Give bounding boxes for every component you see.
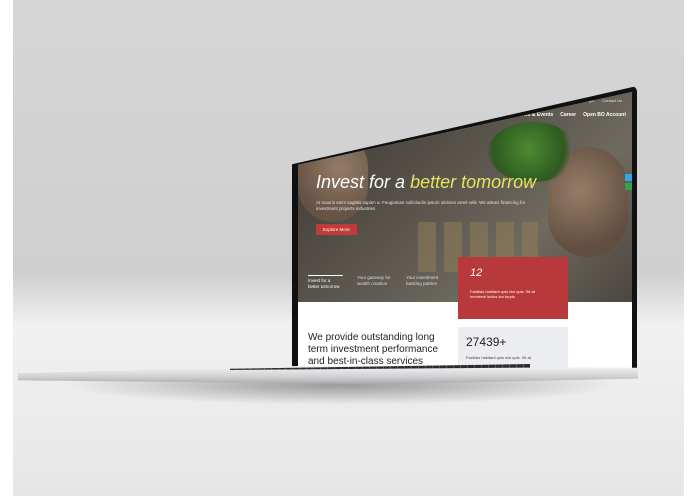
headline-accent: better tomorrow bbox=[410, 172, 537, 192]
nav-about-us[interactable]: About Us bbox=[386, 112, 408, 118]
util-link-investor-application[interactable]: Investor Application bbox=[486, 98, 521, 103]
stat-value: 27439+ bbox=[466, 335, 507, 349]
site-logo[interactable]: citybank capital A MEMBER OF CITY BANK G… bbox=[316, 138, 383, 152]
tab-gateway-wealth[interactable]: Your gateway for wealth creation bbox=[357, 275, 392, 290]
utility-nav: Investor Application Application Forms I… bbox=[486, 98, 622, 103]
util-link-application-forms[interactable]: Application Forms bbox=[529, 98, 561, 103]
stat-card-red: 12 Facilisis habitant quis nisl quis. Si… bbox=[458, 257, 568, 319]
logo-icon bbox=[316, 138, 326, 148]
explore-more-button[interactable]: Explore More bbox=[316, 224, 357, 235]
website-screen: citybank capital A MEMBER OF CITY BANK G… bbox=[298, 92, 632, 372]
hero-tabs: Invest for a better tomorrow Your gatewa… bbox=[308, 275, 441, 290]
stat-text: Facilisis habitant quis nisl quis. Sit a… bbox=[466, 355, 531, 360]
headline-prefix: Invest for a bbox=[316, 172, 406, 192]
floating-contact-icons bbox=[625, 174, 632, 190]
util-link-contact-us[interactable]: Contact Us bbox=[602, 98, 622, 103]
tab-banking-partner[interactable]: Your investment banking partner bbox=[406, 275, 441, 290]
chat-icon[interactable] bbox=[625, 183, 632, 190]
hero-body-text: At mauris enim sagittis sapien a. Feugia… bbox=[316, 200, 526, 211]
phone-icon[interactable] bbox=[625, 174, 632, 181]
nav-open-bo-account[interactable]: Open BO Account bbox=[583, 112, 626, 118]
stat-value: 12 bbox=[470, 267, 483, 279]
stat-text: Facilisis habitant quis nisl quis. Sit a… bbox=[470, 289, 535, 299]
nav-home[interactable]: Home bbox=[365, 112, 379, 118]
main-nav: Home About Us What We Do Research Our In… bbox=[365, 112, 626, 118]
nav-career[interactable]: Career bbox=[560, 112, 576, 118]
nav-what-we-do[interactable]: What We Do bbox=[415, 112, 444, 118]
nav-research[interactable]: Research bbox=[451, 112, 474, 118]
tab-invest-better-tomorrow[interactable]: Invest for a better tomorrow bbox=[308, 275, 343, 290]
laptop-mockup: citybank capital A MEMBER OF CITY BANK G… bbox=[0, 0, 697, 496]
about-heading: We provide outstanding long term investm… bbox=[308, 332, 439, 367]
hero-headline: Invest for a better tomorrow bbox=[316, 172, 536, 193]
